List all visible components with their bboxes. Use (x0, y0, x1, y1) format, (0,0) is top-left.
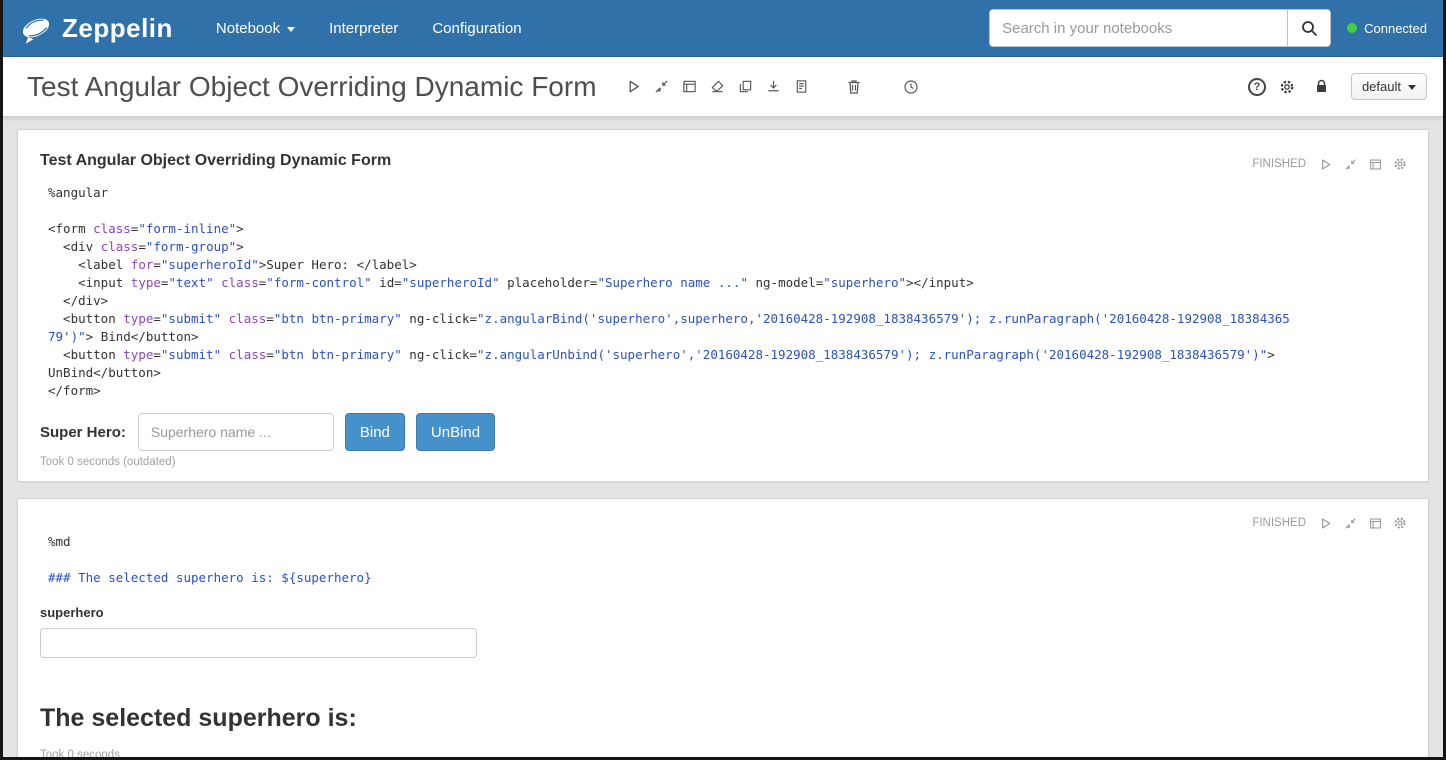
search-input[interactable] (989, 9, 1287, 47)
search-button[interactable] (1287, 9, 1331, 47)
note-toolbar (621, 74, 814, 99)
search-icon (1301, 20, 1318, 37)
main-menu: Notebook Interpreter Configuration (199, 9, 539, 48)
note-action-bar: Test Angular Object Overriding Dynamic F… (3, 57, 1443, 117)
paragraph-markdown: FINISHED (17, 498, 1429, 760)
clone-note-icon[interactable] (733, 74, 758, 99)
superhero-label: Super Hero: (40, 424, 126, 441)
zeppelin-home-link[interactable]: Zeppelin (19, 11, 173, 45)
markdown-output-heading: The selected superhero is: (40, 704, 1408, 733)
connection-status: Connected (1347, 21, 1427, 36)
note-body: FINISHED (3, 117, 1443, 760)
notebook-search (989, 9, 1331, 47)
menu-configuration[interactable]: Configuration (415, 9, 538, 48)
menu-notebook[interactable]: Notebook (199, 9, 312, 48)
angular-output-form: Super Hero: Bind UnBind (40, 413, 1408, 451)
chevron-down-icon (1408, 85, 1416, 90)
dynamic-form-label: superhero (40, 605, 1408, 620)
paragraph-title: Test Angular Object Overriding Dynamic F… (40, 152, 1408, 170)
view-mode-dropdown[interactable]: default (1351, 73, 1427, 100)
code-editor[interactable]: %angular <form class="form-inline"> <div… (48, 184, 1404, 400)
paragraph-controls: FINISHED (1252, 156, 1408, 172)
collapse-paragraph-icon[interactable] (1342, 515, 1358, 531)
clear-output-icon[interactable] (705, 74, 730, 99)
connection-label: Connected (1364, 21, 1427, 36)
paragraph-status: FINISHED (1252, 517, 1306, 529)
paragraph-settings-gear-icon[interactable] (1392, 156, 1408, 172)
paragraph-angular-form: FINISHED (17, 129, 1429, 482)
zeppelin-logo-icon (19, 11, 53, 45)
paragraph-settings-gear-icon[interactable] (1392, 515, 1408, 531)
toggle-editor-icon[interactable] (1367, 156, 1383, 172)
paragraph-elapsed-time: Took 0 seconds (40, 749, 1408, 760)
paragraph-elapsed-time: Took 0 seconds (outdated) (40, 456, 1408, 475)
code-editor[interactable]: %md ### The selected superhero is: ${sup… (48, 533, 1404, 587)
note-title[interactable]: Test Angular Object Overriding Dynamic F… (27, 71, 597, 103)
paragraph-controls: FINISHED (1252, 515, 1408, 531)
commit-note-icon[interactable] (789, 74, 814, 99)
move-note-to-trash-icon[interactable] (842, 74, 867, 99)
note-header-right: ? default (1248, 73, 1427, 100)
zeppelin-window: Zeppelin Notebook Interpreter Configurat… (0, 0, 1446, 760)
superhero-input[interactable] (138, 413, 334, 451)
top-navbar: Zeppelin Notebook Interpreter Configurat… (3, 0, 1443, 57)
run-paragraph-icon[interactable] (1317, 515, 1333, 531)
chevron-down-icon (287, 27, 295, 32)
connected-dot-icon (1347, 23, 1357, 33)
help-icon[interactable]: ? (1248, 78, 1266, 96)
note-settings-gear-icon[interactable] (1275, 74, 1300, 99)
brand-name: Zeppelin (62, 13, 173, 44)
scheduler-icon[interactable] (899, 74, 924, 99)
show-hide-output-icon[interactable] (677, 74, 702, 99)
paragraph-status: FINISHED (1252, 158, 1306, 170)
export-note-icon[interactable] (761, 74, 786, 99)
toggle-editor-icon[interactable] (1367, 515, 1383, 531)
menu-interpreter[interactable]: Interpreter (312, 9, 415, 48)
unbind-button[interactable]: UnBind (416, 413, 495, 451)
dynamic-form-input[interactable] (40, 628, 477, 658)
run-paragraph-icon[interactable] (1317, 156, 1333, 172)
note-permissions-lock-icon[interactable] (1309, 74, 1334, 99)
run-all-paragraphs-icon[interactable] (621, 74, 646, 99)
show-hide-code-icon[interactable] (649, 74, 674, 99)
bind-button[interactable]: Bind (345, 413, 405, 451)
collapse-paragraph-icon[interactable] (1342, 156, 1358, 172)
